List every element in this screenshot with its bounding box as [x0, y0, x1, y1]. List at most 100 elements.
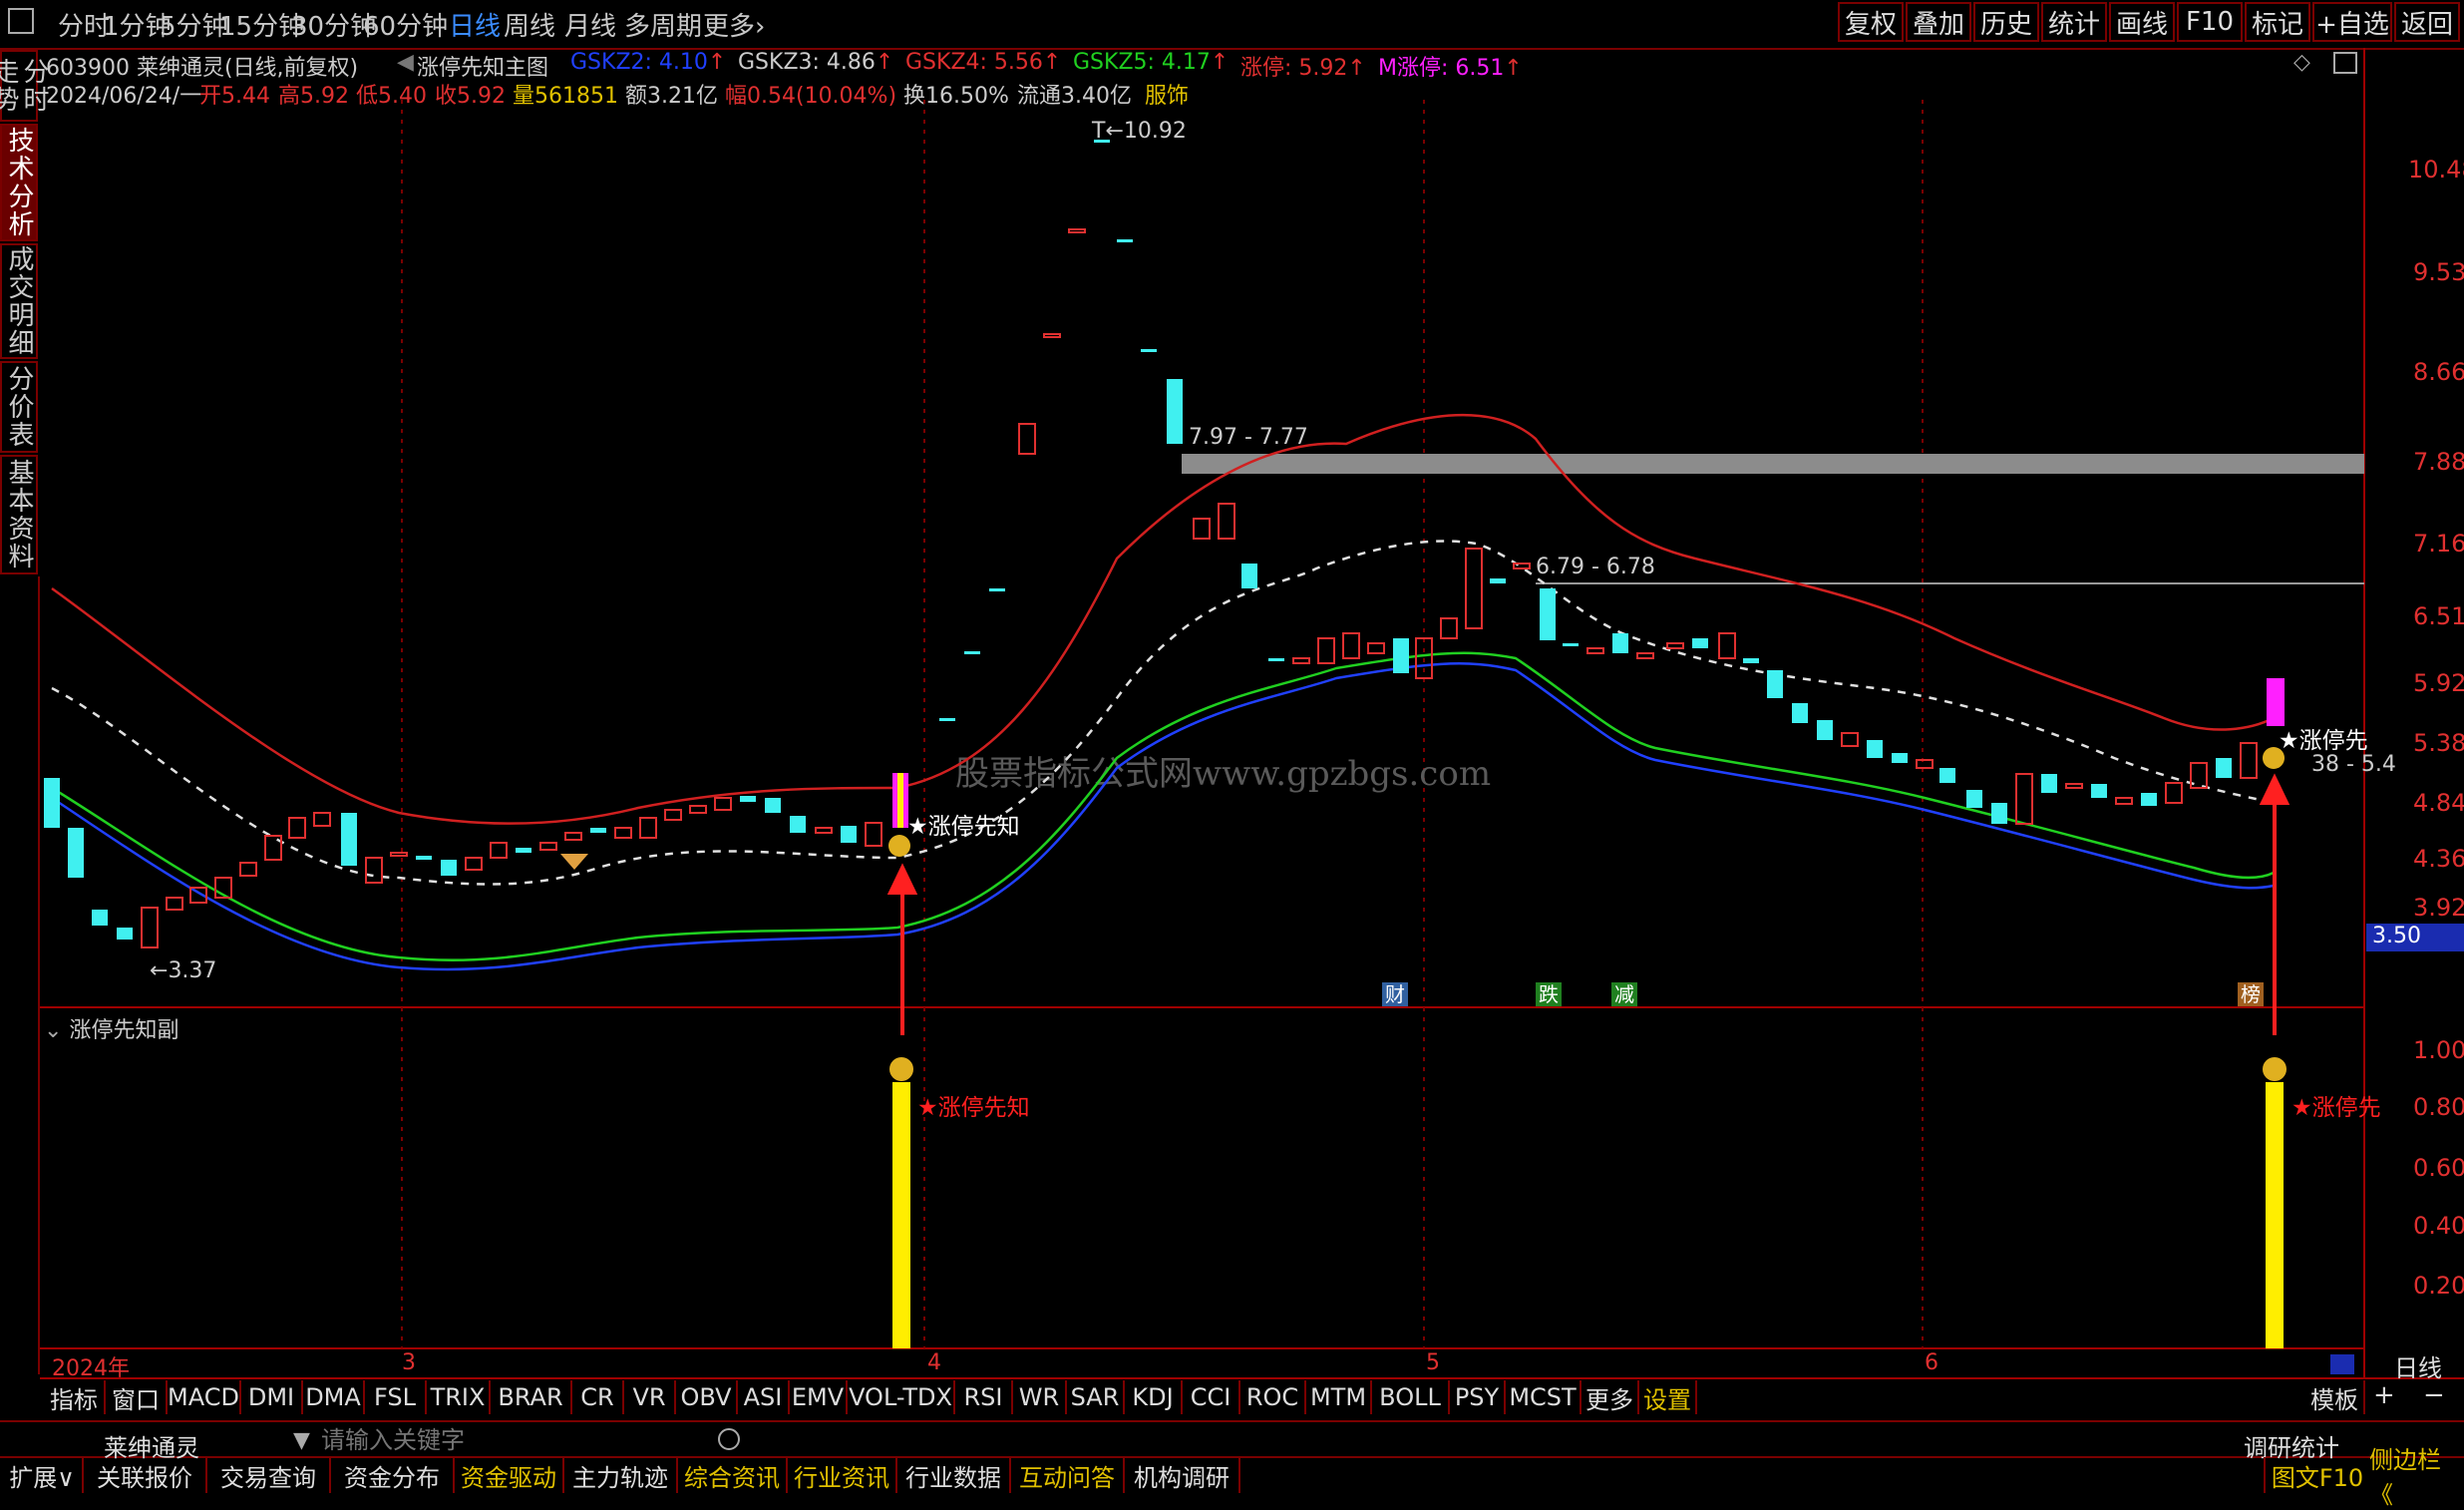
svg-text:跌: 跌 — [1539, 982, 1559, 1006]
plus-icon[interactable]: + — [2373, 1380, 2395, 1410]
candle — [44, 778, 60, 828]
footer-tab[interactable]: 资金驱动 — [455, 1457, 564, 1493]
candle — [1167, 379, 1183, 444]
svg-text:榜: 榜 — [2241, 982, 2261, 1006]
footer-tab[interactable]: 互动问答 — [1011, 1457, 1125, 1493]
candle — [2115, 797, 2133, 805]
indicator-tab[interactable]: VOL-TDX — [848, 1380, 955, 1414]
indicator-tab[interactable]: DMA — [303, 1380, 365, 1414]
minus-icon[interactable]: − — [2423, 1380, 2445, 1410]
candle — [1393, 638, 1409, 673]
indicator-tab[interactable]: CCI — [1183, 1380, 1240, 1414]
indicator-tab[interactable]: DMI — [241, 1380, 303, 1414]
candle — [1292, 657, 1310, 664]
candle — [714, 797, 732, 811]
indicator-tab[interactable]: MACD — [168, 1380, 241, 1414]
price-tick: 5.38 — [2413, 729, 2464, 757]
candle — [2141, 793, 2157, 806]
footer-tab[interactable]: 机构调研 — [1125, 1457, 1240, 1493]
indicator-tab[interactable]: MTM — [1306, 1380, 1372, 1414]
price-tick: 5.92 — [2413, 669, 2464, 697]
candle — [1068, 228, 1086, 233]
indicator-tab[interactable]: ROC — [1240, 1380, 1306, 1414]
sub-tick: 0.60 — [2413, 1154, 2464, 1182]
indicator-tab[interactable]: 窗口 — [106, 1380, 168, 1414]
candle — [1490, 578, 1506, 583]
indicator-tab[interactable]: WR — [1013, 1380, 1067, 1414]
candle — [365, 857, 383, 884]
search-icon[interactable] — [718, 1428, 740, 1450]
footer-tab[interactable]: 行业数据 — [897, 1457, 1011, 1493]
candle — [1513, 563, 1531, 569]
indicator-tab[interactable]: CR — [572, 1380, 624, 1414]
candle — [1939, 768, 1955, 783]
template-button[interactable]: 模板 — [2305, 1380, 2365, 1414]
candle — [1817, 720, 1833, 740]
indicator-tab[interactable]: MCST — [1506, 1380, 1582, 1414]
indicator-tab[interactable]: FSL — [365, 1380, 427, 1414]
indicator-tab[interactable]: EMV — [790, 1380, 848, 1414]
footer-tab[interactable]: 综合资讯 — [678, 1457, 788, 1493]
sub-signal-bar-2 — [2266, 1082, 2284, 1348]
indicator-tab[interactable]: 指标 — [44, 1380, 106, 1414]
keyword-input[interactable] — [319, 1426, 722, 1454]
f10-text-button[interactable]: 图文F10 — [2264, 1457, 2369, 1493]
footer-tab[interactable]: 主力轨迹 — [564, 1457, 678, 1493]
candle — [1692, 638, 1708, 648]
current-price-tag: 3.50 — [2366, 924, 2464, 951]
price-tick: 9.53 — [2413, 258, 2464, 286]
footer-tab[interactable]: 交易查询 — [207, 1457, 331, 1493]
indicator-tab[interactable]: 设置 — [1639, 1380, 1697, 1414]
indicator-tab[interactable]: KDJ — [1125, 1380, 1183, 1414]
indicator-tab[interactable]: RSI — [955, 1380, 1013, 1414]
resistance-band — [1182, 454, 2364, 474]
band1-label: 7.97 - 7.77 — [1189, 425, 1308, 450]
candle — [1342, 632, 1360, 659]
candle — [341, 813, 357, 866]
candle — [141, 907, 159, 948]
period-tag[interactable]: 日线 — [2373, 1348, 2463, 1382]
sub-tick: 1.00 — [2413, 1036, 2464, 1064]
candle — [590, 828, 606, 833]
kline-chart[interactable]: 股票指标公式网www.gpzbgs.com ←3.37 T←10.92 7.97… — [0, 0, 2464, 1495]
price-tick: 10.48 — [2408, 156, 2464, 184]
sub-panel-title[interactable]: ⌄ 涨停先知副 — [44, 1012, 178, 1044]
candle — [1867, 740, 1883, 758]
footer-tab[interactable]: 资金分布 — [331, 1457, 455, 1493]
candle — [1612, 633, 1628, 653]
candle — [740, 796, 756, 802]
candle — [2041, 774, 2057, 793]
chevron-down-icon[interactable]: ▼ — [293, 1428, 310, 1453]
candle — [815, 827, 833, 834]
indicator-tab[interactable]: PSY — [1450, 1380, 1506, 1414]
candle — [1966, 790, 1982, 808]
indicator-tab[interactable]: BOLL — [1372, 1380, 1450, 1414]
indicator-tab[interactable]: ASI — [738, 1380, 790, 1414]
candle — [1892, 753, 1908, 763]
high-price-label: T←10.92 — [1091, 119, 1187, 144]
candle — [1916, 759, 1934, 769]
money-bag-icon — [889, 1057, 913, 1081]
indicator-tab[interactable]: TRIX — [427, 1380, 491, 1414]
scroll-indicator[interactable] — [2330, 1354, 2354, 1374]
indicator-tab[interactable]: VR — [624, 1380, 676, 1414]
price-tick: 4.84 — [2413, 789, 2464, 817]
candle — [2015, 773, 2033, 825]
footer-tab[interactable]: 扩展∨ — [2, 1457, 84, 1493]
indicator-tab[interactable]: BRAR — [491, 1380, 572, 1414]
signal-arrows — [886, 773, 2290, 1035]
indicator-tab[interactable]: 更多 — [1582, 1380, 1639, 1414]
indicator-tab[interactable]: OBV — [676, 1380, 738, 1414]
sidebar-toggle-button[interactable]: 侧边栏《 — [2369, 1446, 2463, 1509]
diamond-marker-icon — [560, 854, 588, 870]
footer-tab[interactable]: 关联报价 — [84, 1457, 207, 1493]
candle — [1586, 647, 1604, 654]
candle — [689, 805, 707, 814]
indicator-tab[interactable]: SAR — [1067, 1380, 1125, 1414]
candle — [1367, 642, 1385, 654]
candle — [989, 588, 1005, 591]
footer-tab[interactable]: 行业资讯 — [788, 1457, 897, 1493]
candle — [1465, 548, 1483, 629]
candle — [2091, 784, 2107, 798]
signal-bar-inner-1 — [897, 773, 903, 828]
